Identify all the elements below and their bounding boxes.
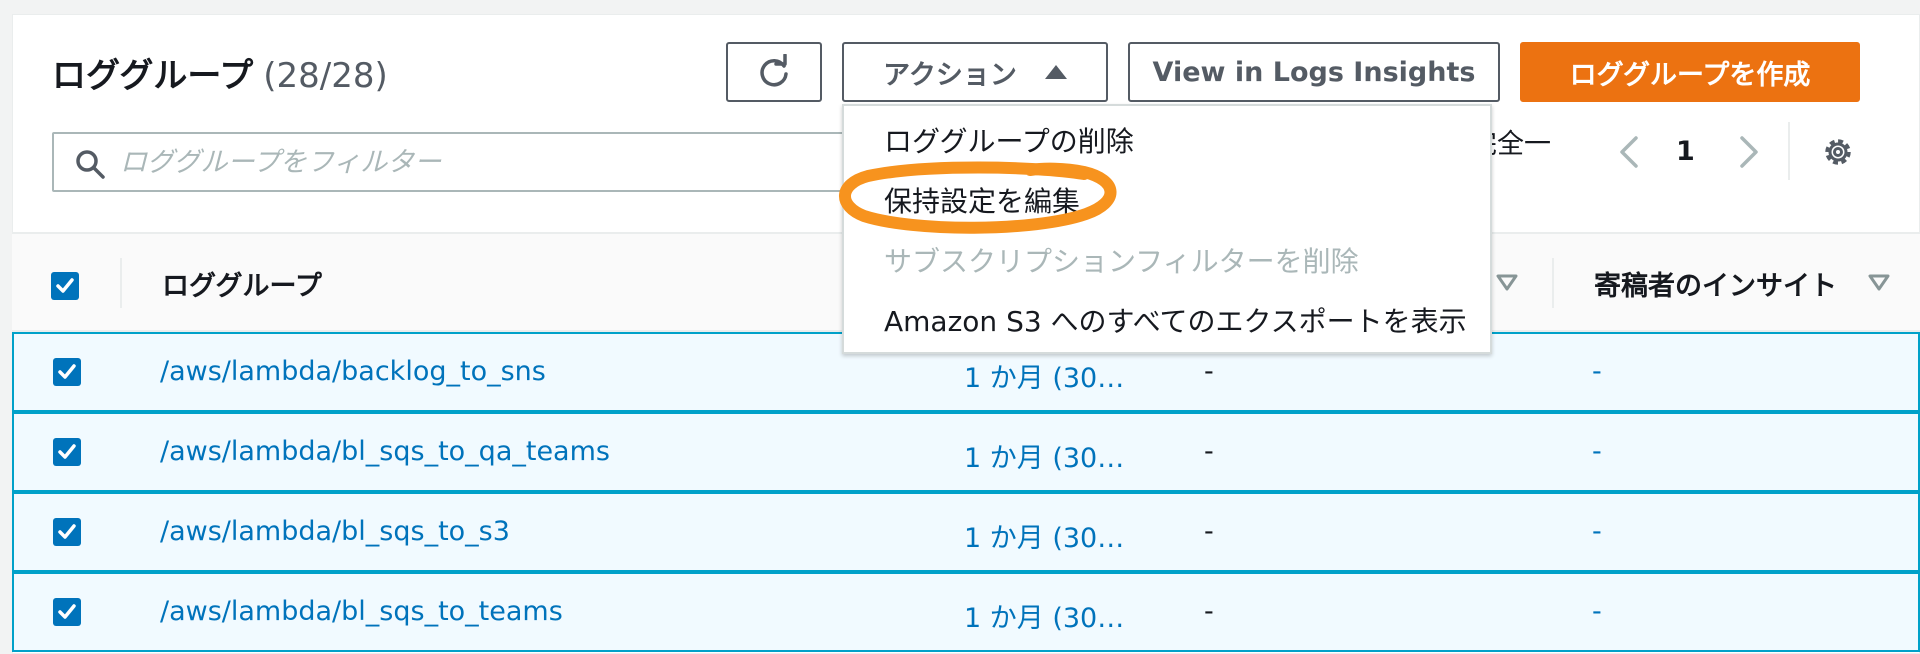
- create-log-group-button[interactable]: ロググループを作成: [1520, 42, 1860, 102]
- contributor-insights-link[interactable]: -: [1592, 436, 1602, 467]
- log-group-link[interactable]: /aws/lambda/backlog_to_sns: [160, 356, 546, 387]
- refresh-icon: [760, 54, 788, 87]
- menu-item-delete-subscription-filter: サブスクリプションフィルターを削除: [884, 245, 1359, 278]
- retention-link[interactable]: 1 か月 (30…: [964, 356, 1124, 395]
- actions-button-label: アクション: [883, 59, 1017, 91]
- metric-filter-value: -: [1204, 596, 1214, 627]
- current-page-number[interactable]: 1: [1676, 136, 1695, 167]
- column-header-log-group[interactable]: ロググループ: [162, 264, 322, 303]
- menu-item-view-s3-exports[interactable]: Amazon S3 へのすべてのエクスポートを表示: [884, 300, 1467, 340]
- search-box: [52, 132, 852, 192]
- actions-button[interactable]: アクション: [842, 42, 1108, 102]
- log-group-link[interactable]: /aws/lambda/bl_sqs_to_qa_teams: [160, 436, 610, 467]
- contributor-insights-link[interactable]: -: [1592, 356, 1602, 387]
- column-separator: [1552, 258, 1554, 308]
- search-icon: [76, 150, 105, 179]
- log-group-count: (28/28): [263, 56, 388, 96]
- log-group-link[interactable]: /aws/lambda/bl_sqs_to_teams: [160, 596, 563, 627]
- metric-filter-value: -: [1204, 516, 1214, 547]
- select-all-checkbox[interactable]: [51, 272, 79, 300]
- table-row[interactable]: /aws/lambda/bl_sqs_to_qa_teams 1 か月 (30……: [12, 412, 1920, 492]
- search-input[interactable]: [120, 142, 840, 182]
- contributor-insights-link[interactable]: -: [1592, 516, 1602, 547]
- metric-filter-value: -: [1204, 436, 1214, 467]
- page-title: ロググループ (28/28): [52, 48, 388, 97]
- checkmark-icon: [58, 444, 76, 459]
- sort-caret-icon[interactable]: [1496, 274, 1518, 292]
- row-checkbox[interactable]: [53, 518, 81, 546]
- row-checkbox[interactable]: [53, 438, 81, 466]
- checkmark-icon: [56, 278, 74, 293]
- retention-link[interactable]: 1 か月 (30…: [964, 596, 1124, 635]
- caret-up-icon: [1044, 65, 1067, 79]
- chevron-left-icon[interactable]: [1614, 132, 1644, 172]
- contributor-insights-link[interactable]: -: [1592, 596, 1602, 627]
- table-row[interactable]: /aws/lambda/bl_sqs_to_teams 1 か月 (30… - …: [12, 572, 1920, 652]
- table-row[interactable]: /aws/lambda/bl_sqs_to_s3 1 か月 (30… - -: [12, 492, 1920, 572]
- retention-link[interactable]: 1 か月 (30…: [964, 516, 1124, 555]
- refresh-button[interactable]: [726, 42, 822, 102]
- checkmark-icon: [58, 604, 76, 619]
- metric-filter-value: -: [1204, 356, 1214, 387]
- checkmark-icon: [58, 524, 76, 539]
- log-group-link[interactable]: /aws/lambda/bl_sqs_to_s3: [160, 516, 510, 547]
- retention-link[interactable]: 1 か月 (30…: [964, 436, 1124, 475]
- gear-icon[interactable]: [1820, 134, 1856, 170]
- actions-dropdown-menu: ロググループの削除 保持設定を編集 サブスクリプションフィルターを削除 Amaz…: [842, 104, 1492, 354]
- menu-item-delete-log-group[interactable]: ロググループの削除: [884, 120, 1134, 160]
- row-checkbox[interactable]: [53, 598, 81, 626]
- view-in-logs-insights-button[interactable]: View in Logs Insights: [1128, 42, 1500, 102]
- pagination-divider: [1788, 122, 1790, 180]
- row-checkbox[interactable]: [53, 358, 81, 386]
- column-header-contributor-insights[interactable]: 寄稿者のインサイト: [1594, 264, 1837, 303]
- column-separator: [120, 258, 122, 308]
- sort-caret-icon[interactable]: [1868, 274, 1890, 292]
- page-title-text: ロググループ: [52, 56, 254, 96]
- checkmark-icon: [58, 364, 76, 379]
- menu-item-edit-retention[interactable]: 保持設定を編集: [884, 180, 1080, 220]
- chevron-right-icon[interactable]: [1734, 132, 1764, 172]
